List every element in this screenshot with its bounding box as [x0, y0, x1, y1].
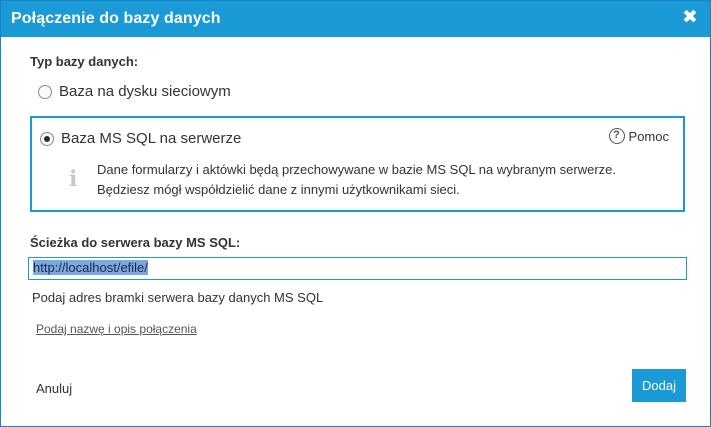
server-path-label: Ścieżka do serwera bazy MS SQL:	[30, 235, 241, 250]
description-line-2: Będziesz mógł współdzielić dane z innymi…	[97, 182, 460, 197]
db-type-label: Typ bazy danych:	[30, 54, 139, 69]
close-icon[interactable]: ✖	[680, 8, 700, 28]
server-path-hint: Podaj adres bramki serwera bazy danych M…	[32, 290, 324, 305]
connection-dialog: Połączenie do bazy danych ✖ Typ bazy dan…	[0, 0, 711, 427]
add-button[interactable]: Dodaj	[632, 369, 686, 402]
radio-ms-sql-label: Baza MS SQL na serwerze	[61, 130, 242, 147]
radio-ms-sql-control[interactable]	[40, 131, 54, 146]
radio-network-disk-control[interactable]	[38, 84, 52, 99]
ms-sql-description: Dane formularzy i aktówki będą przechowy…	[97, 160, 616, 200]
info-icon: ℹ	[69, 167, 78, 192]
server-path-value: http://localhost/efile/	[33, 260, 148, 275]
cancel-button[interactable]: Anuluj	[36, 381, 72, 396]
option-ms-sql-box[interactable]: Baza MS SQL na serwerze ? Pomoc ℹ Dane f…	[30, 116, 685, 212]
server-path-input[interactable]: http://localhost/efile/	[28, 257, 687, 280]
radio-network-disk[interactable]: Baza na dysku sieciowym	[38, 83, 231, 100]
dialog-title: Połączenie do bazy danych	[11, 10, 221, 27]
radio-network-disk-label: Baza na dysku sieciowym	[59, 83, 231, 100]
help-label: Pomoc	[628, 128, 669, 144]
description-line-1: Dane formularzy i aktówki będą przechowy…	[97, 162, 617, 177]
help-link[interactable]: ? Pomoc	[608, 128, 669, 144]
dialog-titlebar: Połączenie do bazy danych ✖	[1, 1, 710, 37]
connection-name-link[interactable]: Podaj nazwę i opis połączenia	[36, 322, 197, 336]
radio-ms-sql[interactable]: Baza MS SQL na serwerze	[40, 130, 241, 147]
question-icon: ?	[608, 128, 625, 144]
